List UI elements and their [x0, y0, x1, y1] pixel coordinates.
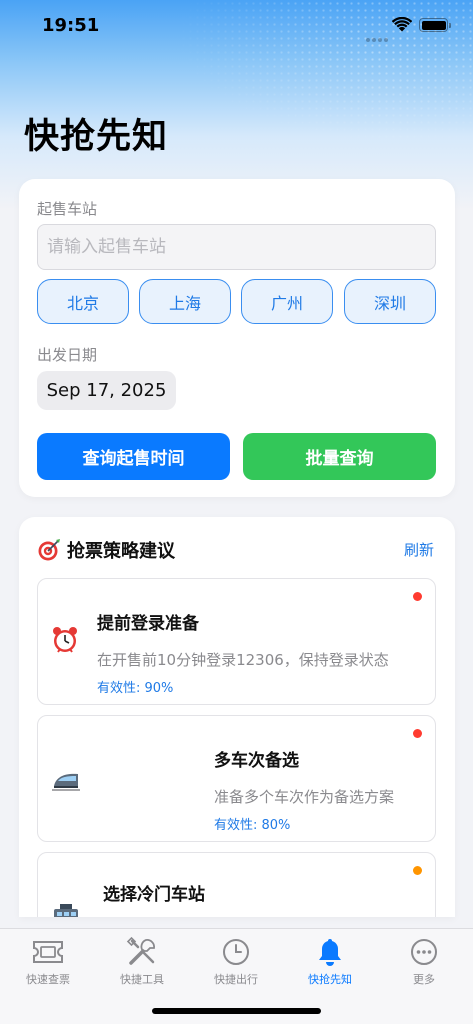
tab-more[interactable]: 更多 [384, 935, 464, 987]
home-indicator [152, 1008, 321, 1014]
tab-quick-grab-alert[interactable]: 快抢先知 [290, 935, 370, 987]
station-input[interactable] [37, 224, 436, 270]
page-title: 快抢先知 [24, 117, 169, 157]
date-picker[interactable]: Sep 17, 2025 [37, 371, 176, 410]
priority-dot [413, 729, 422, 738]
tip-title: 多车次备选 [214, 751, 299, 771]
station-icon [54, 904, 78, 917]
clock-icon [223, 939, 249, 965]
ticket-icon [33, 941, 63, 963]
status-time: 19:51 [42, 15, 100, 36]
station-label: 起售车站 [37, 200, 98, 218]
strategy-card: 抢票策略建议 刷新 提前登录准备 在开售前10分钟登录12306，保持登录状态 … [19, 517, 455, 917]
tip-effectiveness: 有效性: 80% [214, 818, 291, 833]
wifi-icon [392, 17, 412, 32]
quick-station-beijing[interactable]: 北京 [37, 279, 129, 324]
strategy-tip[interactable]: 多车次备选 准备多个车次作为备选方案 有效性: 80% [37, 715, 436, 842]
tab-quick-ticket[interactable]: 快速查票 [8, 935, 88, 987]
more-icon [411, 939, 437, 965]
bullet-train-icon [52, 773, 80, 791]
strategy-tip[interactable]: 选择冷门车站 [37, 852, 436, 917]
tools-icon [126, 936, 155, 965]
search-card: 起售车站 北京 上海 广州 深圳 出发日期 Sep 17, 2025 查询起售时… [19, 179, 455, 497]
tab-label: 快捷工具 [120, 973, 164, 986]
strategy-tip[interactable]: 提前登录准备 在开售前10分钟登录12306，保持登录状态 有效性: 90% [37, 578, 436, 705]
tab-label: 快速查票 [26, 973, 70, 986]
dart-target-icon [38, 539, 60, 561]
tab-quick-tools[interactable]: 快捷工具 [102, 935, 182, 987]
tab-label: 快捷出行 [214, 973, 258, 986]
priority-dot [413, 592, 422, 601]
tip-description: 在开售前10分钟登录12306，保持登录状态 [97, 651, 389, 669]
bell-icon [319, 939, 341, 966]
tab-label: 快抢先知 [308, 973, 352, 986]
battery-icon [419, 18, 451, 32]
priority-dot [413, 866, 422, 875]
strategy-title: 抢票策略建议 [67, 541, 175, 562]
tip-effectiveness: 有效性: 90% [97, 681, 174, 696]
tab-label: 更多 [413, 973, 435, 986]
quick-station-shenzhen[interactable]: 深圳 [344, 279, 436, 324]
batch-query-button[interactable]: 批量查询 [243, 433, 436, 480]
quick-station-guangzhou[interactable]: 广州 [241, 279, 333, 324]
date-label: 出发日期 [37, 346, 98, 364]
tab-quick-travel[interactable]: 快捷出行 [196, 935, 276, 987]
tip-title: 提前登录准备 [97, 614, 199, 634]
tip-description: 准备多个车次作为备选方案 [214, 788, 395, 806]
tip-title: 选择冷门车站 [103, 885, 205, 905]
quick-station-shanghai[interactable]: 上海 [139, 279, 231, 324]
refresh-button[interactable]: 刷新 [404, 539, 434, 560]
alarm-clock-icon [53, 627, 77, 653]
status-dots [366, 27, 390, 46]
status-bar: 19:51 [0, 0, 473, 52]
strategy-header: 抢票策略建议 [37, 537, 175, 563]
query-sale-time-button[interactable]: 查询起售时间 [37, 433, 230, 480]
